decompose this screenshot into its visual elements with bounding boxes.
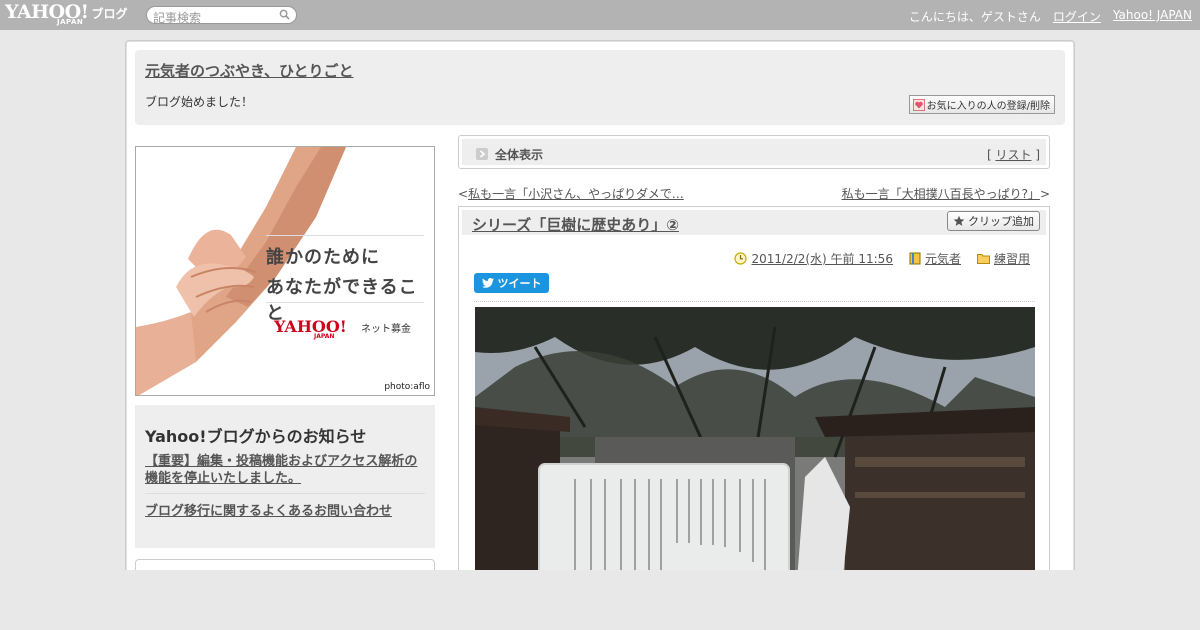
ad-donation-label: ネット募金 bbox=[361, 324, 411, 335]
list-view-wrapper: [ リスト ] bbox=[987, 146, 1040, 163]
notice-panel: Yahoo!ブログからのお知らせ 【重要】編集・投稿機能およびアクセス解析の機能… bbox=[135, 405, 435, 548]
notice-divider bbox=[145, 493, 425, 494]
ad-yahoo-logo: YAHOO! bbox=[274, 317, 347, 336]
login-link[interactable]: ログイン bbox=[1053, 8, 1101, 25]
clock-icon bbox=[734, 252, 748, 265]
prev-article-link[interactable]: 私も一言「小沢さん、やっぱりダメで… bbox=[468, 187, 684, 201]
twitter-bird-icon bbox=[481, 278, 494, 288]
ad-rule-bottom bbox=[266, 302, 424, 303]
entry-meta: 2011/2/2(水) 午前 11:56 元気者 練習用 bbox=[734, 250, 1030, 267]
blog-title-link[interactable]: 元気者のつぶやき、ひとりごと bbox=[145, 60, 354, 81]
entry-author: 元気者 bbox=[909, 250, 961, 267]
notice-title: Yahoo!ブログからのお知らせ bbox=[145, 427, 367, 446]
folder-icon bbox=[976, 254, 990, 264]
entry-datetime-link[interactable]: 2011/2/2(水) 午前 11:56 bbox=[751, 250, 892, 267]
entry-category: 練習用 bbox=[976, 250, 1030, 267]
next-article-link[interactable]: 私も一言「大相撲八百長やっぱり?」 bbox=[842, 187, 1040, 201]
entry-divider bbox=[474, 301, 1035, 302]
next-mark: > bbox=[1039, 187, 1050, 201]
entry-category-link[interactable]: 練習用 bbox=[994, 250, 1030, 267]
top-bar: YAHOO! JAPAN ブログ こんにちは、ゲストさん ログイン Yahoo!… bbox=[0, 0, 1200, 30]
next-article: 私も一言「大相撲八百長やっぱり?」> bbox=[842, 185, 1050, 202]
greeting-text: こんにちは、ゲストさん bbox=[908, 10, 1041, 24]
list-view-link[interactable]: リスト bbox=[995, 148, 1031, 162]
shrine-tree-photo bbox=[475, 307, 1035, 600]
charity-ad-banner[interactable]: 誰かのために あなたができること YAHOO! JAPAN ネット募金 phot… bbox=[135, 146, 435, 396]
heart-icon bbox=[912, 98, 925, 111]
ad-yahoo-logo-sub: JAPAN bbox=[314, 333, 335, 340]
article-pager: <私も一言「小沢さん、やっぱりダメで… 私も一言「大相撲八百長やっぱり?」> bbox=[458, 185, 1050, 201]
handshake-image bbox=[136, 147, 346, 395]
entry-datetime: 2011/2/2(水) 午前 11:56 bbox=[734, 250, 893, 267]
tweet-button-label: ツイート bbox=[497, 277, 542, 290]
prev-mark: < bbox=[458, 187, 469, 201]
search-icon[interactable] bbox=[279, 9, 290, 20]
view-all-label: 全体表示 bbox=[495, 148, 544, 162]
blog-container: 元気者のつぶやき、ひとりごと ブログ始めました！ お気に入りの人の登録/削除 誰… bbox=[125, 40, 1075, 601]
entry-header: シリーズ「巨樹に歴史あり」② クリップ追加 bbox=[462, 210, 1046, 235]
notice-link-important[interactable]: 【重要】編集・投稿機能およびアクセス解析の機能を停止いたしました。 bbox=[145, 453, 427, 487]
view-nav-inner: 全体表示 [ リスト ] bbox=[462, 139, 1046, 165]
logo-sub-text: JAPAN bbox=[57, 18, 84, 26]
ad-photo-credit: photo:aflo bbox=[384, 382, 430, 392]
ad-headline-1: 誰かのために bbox=[266, 247, 380, 268]
favorite-register-button[interactable]: お気に入りの人の登録/削除 bbox=[908, 95, 1055, 114]
prev-article: <私も一言「小沢さん、やっぱりダメで… bbox=[458, 185, 684, 202]
yahoo-japan-link[interactable]: Yahoo! JAPAN bbox=[1113, 8, 1192, 25]
view-nav: 全体表示 [ リスト ] bbox=[458, 135, 1050, 169]
ad-rule-top bbox=[266, 235, 424, 236]
page-footer-band bbox=[0, 570, 1200, 630]
star-icon bbox=[953, 215, 965, 226]
clip-button-label: クリップ追加 bbox=[968, 215, 1034, 228]
blog-entry: シリーズ「巨樹に歴史あり」② クリップ追加 2011/2/2(水) 午前 11:… bbox=[458, 206, 1050, 601]
logo-blog-text: ブログ bbox=[91, 7, 128, 21]
clip-add-button[interactable]: クリップ追加 bbox=[947, 211, 1040, 231]
account-links: こんにちは、ゲストさん ログイン Yahoo! JAPAN bbox=[909, 8, 1192, 25]
search-box bbox=[146, 6, 297, 26]
list-bracket-close: ] bbox=[1035, 148, 1040, 162]
blog-header: 元気者のつぶやき、ひとりごと ブログ始めました！ お気に入りの人の登録/削除 bbox=[135, 50, 1065, 125]
yahoo-blog-logo[interactable]: YAHOO! JAPAN ブログ bbox=[5, 2, 128, 28]
tweet-button[interactable]: ツイート bbox=[474, 273, 549, 293]
favorite-button-label: お気に入りの人の登録/削除 bbox=[926, 101, 1050, 112]
arrow-right-icon bbox=[476, 148, 488, 160]
entry-photo[interactable] bbox=[475, 307, 1035, 600]
blog-description: ブログ始めました！ bbox=[145, 95, 254, 109]
notice-link-faq[interactable]: ブログ移行に関するよくあるお問い合わせ bbox=[145, 500, 392, 519]
search-input[interactable] bbox=[153, 10, 277, 26]
list-bracket-open: [ bbox=[986, 148, 992, 162]
book-icon bbox=[909, 252, 921, 265]
entry-author-link[interactable]: 元気者 bbox=[925, 250, 961, 267]
entry-title-link[interactable]: シリーズ「巨樹に歴史あり」② bbox=[472, 214, 679, 235]
